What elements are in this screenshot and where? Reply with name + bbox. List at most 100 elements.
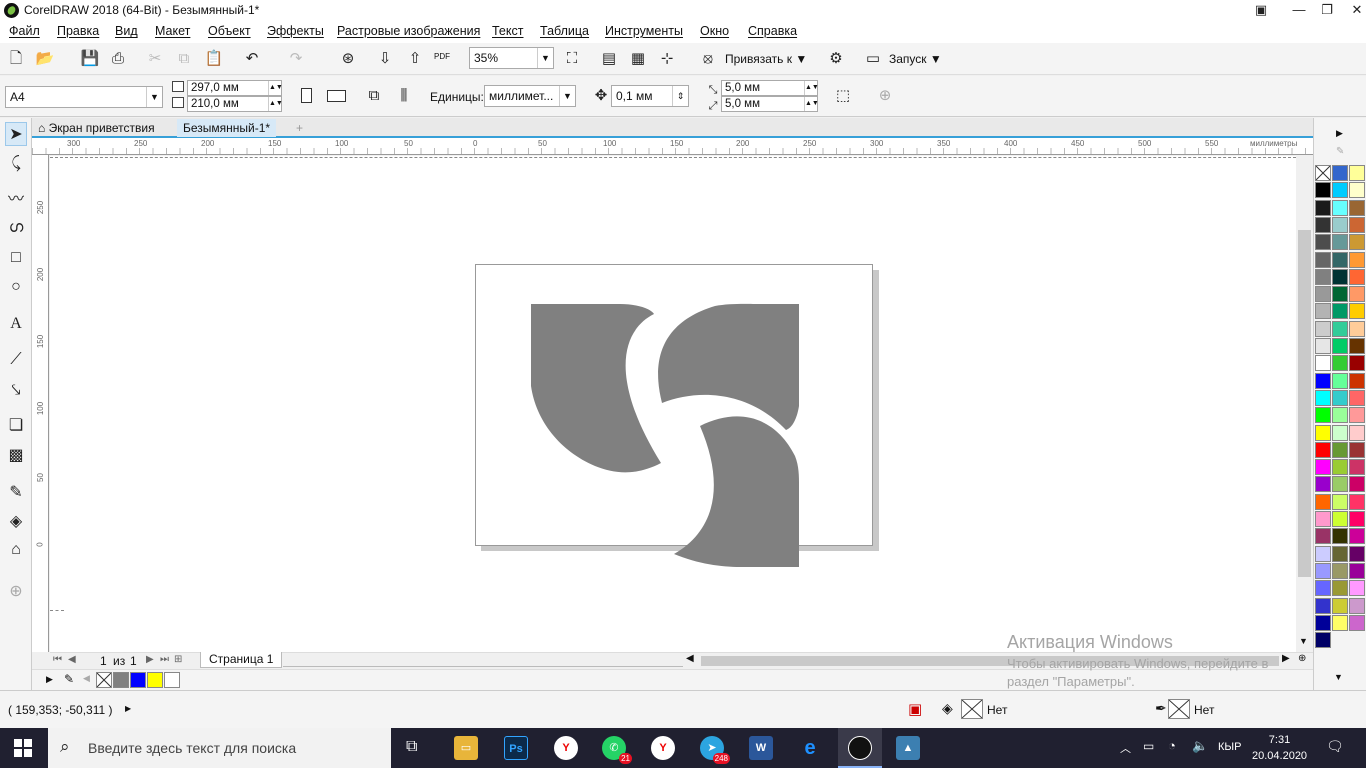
color-swatch[interactable] xyxy=(1315,286,1331,303)
color-swatch[interactable] xyxy=(1315,614,1331,631)
color-swatch[interactable] xyxy=(113,672,129,688)
color-swatch[interactable] xyxy=(1349,441,1365,458)
snap-off-icon[interactable]: ⦻ xyxy=(697,48,719,70)
page-size-combo[interactable]: A4 ▼ xyxy=(5,86,163,108)
color-swatch[interactable] xyxy=(130,672,146,688)
page-tab[interactable]: Страница 1 xyxy=(200,652,283,668)
coreldraw-taskbar-button[interactable] xyxy=(838,728,882,768)
dimension-tool-icon[interactable]: ⟋ xyxy=(5,348,27,372)
color-swatch[interactable] xyxy=(1315,268,1331,285)
color-swatch[interactable] xyxy=(1332,355,1348,372)
color-swatch[interactable] xyxy=(1315,459,1331,476)
menu-layout[interactable]: Макет xyxy=(155,24,190,38)
color-swatch[interactable] xyxy=(1332,407,1348,424)
full-screen-icon[interactable]: ⛶ xyxy=(561,48,583,70)
scroll-left-icon[interactable]: ◀ xyxy=(686,653,694,664)
color-swatch[interactable] xyxy=(1315,216,1331,233)
show-rulers-icon[interactable]: ▤ xyxy=(598,48,620,70)
color-swatch[interactable] xyxy=(1332,251,1348,268)
menu-view[interactable]: Вид xyxy=(115,24,138,38)
color-swatch[interactable] xyxy=(1315,372,1331,389)
spin-arrow-icon[interactable]: ▲▼ xyxy=(268,81,283,95)
color-swatch[interactable] xyxy=(1349,580,1365,597)
import-icon[interactable]: ⇩ xyxy=(374,48,396,70)
tab-document[interactable]: Безымянный-1* xyxy=(177,119,277,137)
search-content-icon[interactable]: ⊛ xyxy=(337,48,359,70)
color-swatch[interactable] xyxy=(1349,528,1365,545)
menu-bitmaps[interactable]: Растровые изображения xyxy=(337,24,480,38)
undo-icon[interactable]: ↶ xyxy=(241,48,263,70)
palette-eyedropper-icon[interactable]: ✎ xyxy=(1336,146,1344,157)
logo-petal-bottom[interactable] xyxy=(674,416,799,567)
color-swatch[interactable] xyxy=(1349,320,1365,337)
color-swatch[interactable] xyxy=(1332,338,1348,354)
shape-tool-icon[interactable]: ⤹ xyxy=(5,152,27,176)
menu-window[interactable]: Окно xyxy=(700,24,729,38)
new-document-icon[interactable]: 🗋 xyxy=(5,48,27,70)
palette-scroll-icon[interactable]: ▼ xyxy=(1334,672,1343,682)
doc-palette-eyedropper-icon[interactable]: ✎ xyxy=(64,672,74,686)
color-swatch[interactable] xyxy=(1349,545,1365,562)
duplicate-x-input[interactable]: 5,0 мм ▲▼ xyxy=(721,80,819,96)
color-swatch[interactable] xyxy=(1332,182,1348,199)
menu-tools[interactable]: Инструменты xyxy=(605,24,683,38)
color-swatch[interactable] xyxy=(1349,234,1365,251)
cut-icon[interactable]: ✂ xyxy=(144,48,166,70)
interactive-fill-icon[interactable]: ◈ xyxy=(5,510,27,534)
color-swatch[interactable] xyxy=(1349,165,1365,181)
first-page-icon[interactable]: ⏮ xyxy=(53,654,62,665)
chevron-down-icon[interactable]: ▼ xyxy=(559,86,575,106)
vertical-scroll-thumb[interactable] xyxy=(1298,230,1311,577)
fill-none-swatch[interactable] xyxy=(961,699,983,719)
color-swatch[interactable] xyxy=(1349,424,1365,441)
color-swatch[interactable] xyxy=(1315,424,1331,441)
color-swatch[interactable] xyxy=(1332,511,1348,527)
logo-petal-top[interactable] xyxy=(658,303,799,430)
zoom-combo[interactable]: 35% ▼ xyxy=(469,47,554,69)
color-swatch[interactable] xyxy=(1315,441,1331,458)
edge-browser-icon[interactable]: e xyxy=(798,736,822,760)
gear-icon[interactable]: ⚙ xyxy=(825,48,847,70)
battery-icon[interactable]: ▭ xyxy=(1143,739,1154,753)
color-swatch[interactable] xyxy=(1332,424,1348,441)
color-swatch[interactable] xyxy=(1349,511,1365,527)
scroll-down-icon[interactable]: ▼ xyxy=(1299,636,1308,646)
vertical-scrollbar[interactable]: ▼ xyxy=(1296,156,1313,652)
export-icon[interactable]: ⇧ xyxy=(404,48,426,70)
wifi-icon[interactable]: ◔ xyxy=(1168,738,1176,753)
telegram-icon[interactable]: ➤ 248 xyxy=(700,736,730,764)
drawing-canvas[interactable] xyxy=(50,156,1296,652)
menu-effects[interactable]: Эффекты xyxy=(267,24,324,38)
color-swatch[interactable] xyxy=(1332,580,1348,597)
scroll-right-icon[interactable]: ▶ xyxy=(1282,653,1290,664)
ellipse-tool-icon[interactable]: ○ xyxy=(5,275,27,299)
color-swatch[interactable] xyxy=(1332,165,1348,181)
artistic-media-icon[interactable]: ഗ xyxy=(5,216,27,240)
open-folder-icon[interactable]: 📂 xyxy=(34,48,56,70)
color-swatch[interactable] xyxy=(1349,597,1365,614)
windows-start-icon[interactable] xyxy=(14,739,32,757)
menu-text[interactable]: Текст xyxy=(492,24,523,38)
nudge-input[interactable]: 0,1 мм ⇕ xyxy=(611,85,689,107)
paste-icon[interactable]: 📋 xyxy=(203,48,225,70)
color-swatch[interactable] xyxy=(1332,562,1348,579)
color-swatch[interactable] xyxy=(1349,286,1365,303)
color-swatch[interactable] xyxy=(1349,372,1365,389)
maximize-button[interactable]: ❐ xyxy=(1310,0,1344,21)
color-swatch[interactable] xyxy=(1349,407,1365,424)
launch-icon[interactable]: ▭ xyxy=(862,48,884,70)
color-swatch[interactable] xyxy=(1349,562,1365,579)
connector-tool-icon[interactable]: ⤥ xyxy=(5,379,27,403)
color-swatch[interactable] xyxy=(1349,303,1365,320)
logo-artwork[interactable] xyxy=(50,156,1296,652)
chevron-down-icon[interactable]: ▼ xyxy=(537,48,553,68)
volume-icon[interactable]: 🔈 xyxy=(1192,738,1208,754)
palette-expand-icon[interactable]: ▶ xyxy=(1336,128,1343,139)
color-swatch[interactable] xyxy=(1332,476,1348,493)
last-page-icon[interactable]: ⏭ xyxy=(160,654,169,665)
color-swatch[interactable] xyxy=(1349,216,1365,233)
color-swatch[interactable] xyxy=(1315,251,1331,268)
pick-tool-icon[interactable]: ➤ xyxy=(5,122,27,146)
color-swatch[interactable] xyxy=(1315,199,1331,216)
color-swatch[interactable] xyxy=(164,672,180,688)
